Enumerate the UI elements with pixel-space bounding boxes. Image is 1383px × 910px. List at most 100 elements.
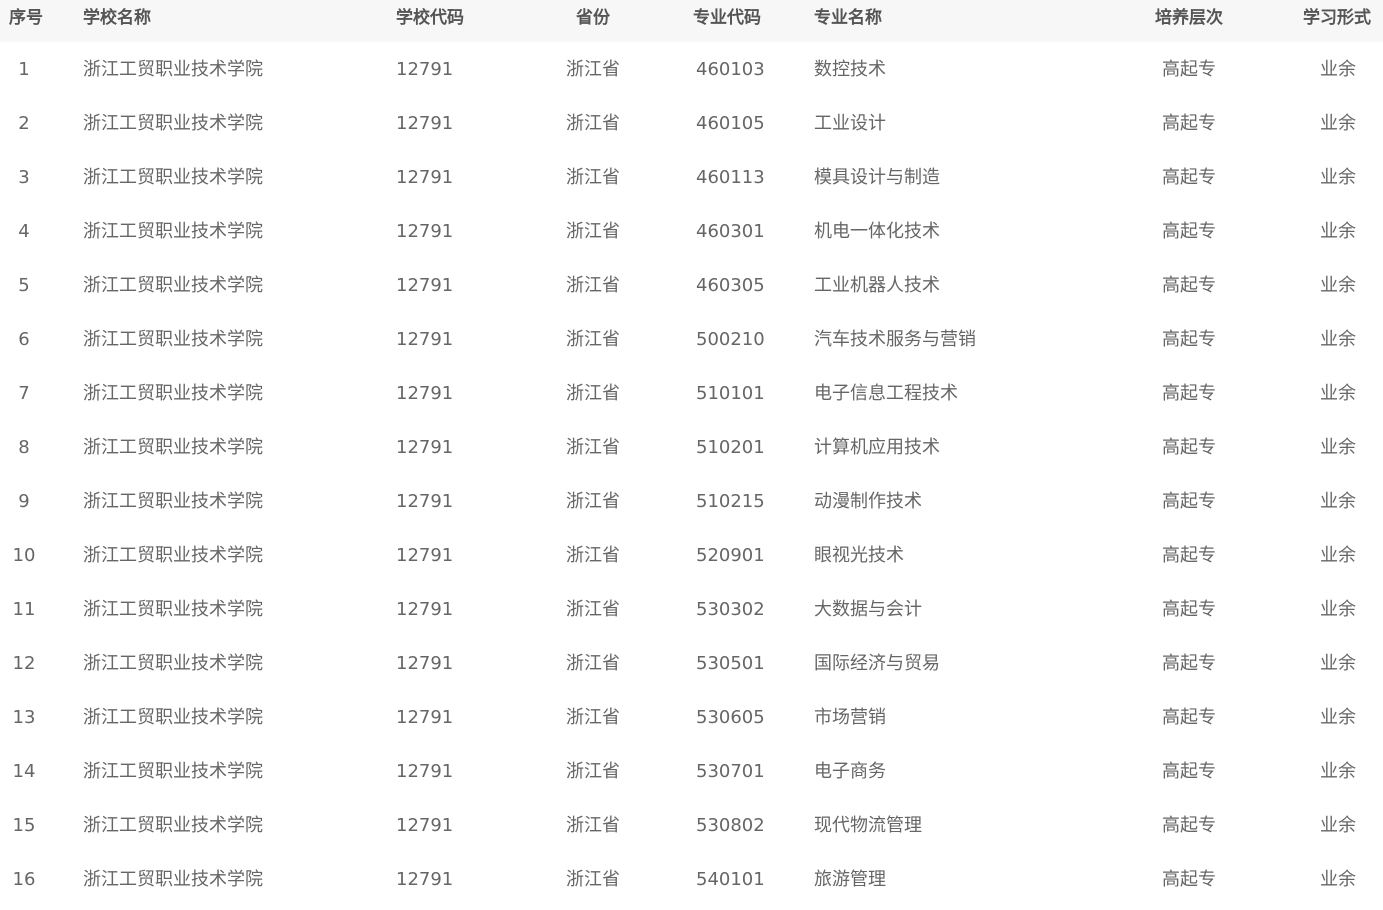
header-school-name: 学校名称 [83, 8, 151, 28]
cell-level: 高起专 [1162, 653, 1216, 674]
cell-school-code: 12791 [396, 275, 454, 296]
cell-school-code: 12791 [396, 167, 454, 188]
cell-index: 15 [12, 815, 36, 836]
cell-index: 11 [12, 599, 36, 620]
table-row: 14 浙江工贸职业技术学院 12791 浙江省 530701 电子商务 高起专 业余 [0, 745, 1383, 799]
cell-school-code: 12791 [396, 59, 454, 80]
cell-level: 高起专 [1162, 59, 1216, 80]
cell-level: 高起专 [1162, 167, 1216, 188]
cell-major-code: 460305 [696, 275, 765, 296]
header-major-code: 专业代码 [693, 8, 761, 28]
cell-index: 13 [12, 707, 36, 728]
cell-index: 14 [12, 761, 36, 782]
cell-study-form: 业余 [1320, 491, 1356, 512]
cell-major-name: 机电一体化技术 [814, 221, 940, 242]
cell-level: 高起专 [1162, 437, 1216, 458]
cell-school-name: 浙江工贸职业技术学院 [83, 761, 263, 782]
cell-study-form: 业余 [1320, 383, 1356, 404]
cell-index: 10 [12, 545, 36, 566]
cell-study-form: 业余 [1320, 815, 1356, 836]
cell-major-name: 现代物流管理 [814, 815, 922, 836]
cell-study-form: 业余 [1320, 59, 1356, 80]
cell-province: 浙江省 [566, 545, 620, 566]
header-province: 省份 [576, 8, 610, 28]
cell-school-name: 浙江工贸职业技术学院 [83, 491, 263, 512]
cell-index: 7 [18, 383, 30, 404]
cell-province: 浙江省 [566, 329, 620, 350]
cell-school-code: 12791 [396, 761, 454, 782]
cell-index: 4 [18, 221, 30, 242]
cell-province: 浙江省 [566, 59, 620, 80]
cell-school-name: 浙江工贸职业技术学院 [83, 383, 263, 404]
cell-index: 5 [18, 275, 30, 296]
cell-study-form: 业余 [1320, 221, 1356, 242]
cell-school-code: 12791 [396, 707, 454, 728]
header-index: 序号 [9, 8, 43, 28]
cell-province: 浙江省 [566, 491, 620, 512]
table-header: 序号 学校名称 学校代码 省份 专业代码 专业名称 培养层次 学习形式 [0, 0, 1383, 42]
cell-major-code: 530605 [696, 707, 765, 728]
cell-major-name: 国际经济与贸易 [814, 653, 940, 674]
cell-school-code: 12791 [396, 545, 454, 566]
cell-index: 12 [12, 653, 36, 674]
cell-school-name: 浙江工贸职业技术学院 [83, 545, 263, 566]
cell-school-name: 浙江工贸职业技术学院 [83, 653, 263, 674]
cell-province: 浙江省 [566, 869, 620, 890]
cell-province: 浙江省 [566, 653, 620, 674]
cell-study-form: 业余 [1320, 275, 1356, 296]
cell-study-form: 业余 [1320, 113, 1356, 134]
cell-school-name: 浙江工贸职业技术学院 [83, 707, 263, 728]
cell-major-code: 460105 [696, 113, 765, 134]
cell-school-name: 浙江工贸职业技术学院 [83, 437, 263, 458]
cell-province: 浙江省 [566, 599, 620, 620]
cell-major-name: 市场营销 [814, 707, 886, 728]
header-study-form: 学习形式 [1303, 8, 1371, 28]
cell-school-code: 12791 [396, 869, 454, 890]
cell-school-code: 12791 [396, 221, 454, 242]
cell-study-form: 业余 [1320, 545, 1356, 566]
cell-school-name: 浙江工贸职业技术学院 [83, 869, 263, 890]
cell-major-code: 460103 [696, 59, 765, 80]
cell-school-name: 浙江工贸职业技术学院 [83, 599, 263, 620]
cell-study-form: 业余 [1320, 167, 1356, 188]
cell-index: 3 [18, 167, 30, 188]
cell-study-form: 业余 [1320, 869, 1356, 890]
header-school-code: 学校代码 [396, 8, 464, 28]
cell-major-code: 510201 [696, 437, 765, 458]
table-row: 2 浙江工贸职业技术学院 12791 浙江省 460105 工业设计 高起专 业余 [0, 97, 1383, 151]
header-level: 培养层次 [1155, 8, 1223, 28]
cell-school-name: 浙江工贸职业技术学院 [83, 59, 263, 80]
table-row: 7 浙江工贸职业技术学院 12791 浙江省 510101 电子信息工程技术 高起专 业余 [0, 367, 1383, 421]
cell-level: 高起专 [1162, 869, 1216, 890]
cell-province: 浙江省 [566, 815, 620, 836]
cell-study-form: 业余 [1320, 329, 1356, 350]
cell-province: 浙江省 [566, 383, 620, 404]
cell-major-code: 530701 [696, 761, 765, 782]
cell-school-code: 12791 [396, 491, 454, 512]
cell-major-code: 530302 [696, 599, 765, 620]
majors-table: 序号 学校名称 学校代码 省份 专业代码 专业名称 培养层次 学习形式 1 浙江工… [0, 0, 1383, 910]
cell-major-code: 460301 [696, 221, 765, 242]
cell-major-name: 电子信息工程技术 [814, 383, 958, 404]
cell-school-name: 浙江工贸职业技术学院 [83, 275, 263, 296]
table-row: 5 浙江工贸职业技术学院 12791 浙江省 460305 工业机器人技术 高起专 业余 [0, 259, 1383, 313]
table-row: 1 浙江工贸职业技术学院 12791 浙江省 460103 数控技术 高起专 业余 [0, 43, 1383, 97]
cell-major-code: 520901 [696, 545, 765, 566]
cell-level: 高起专 [1162, 113, 1216, 134]
cell-level: 高起专 [1162, 815, 1216, 836]
table-row: 11 浙江工贸职业技术学院 12791 浙江省 530302 大数据与会计 高起专 业余 [0, 583, 1383, 637]
cell-major-name: 工业机器人技术 [814, 275, 940, 296]
cell-major-code: 510215 [696, 491, 765, 512]
table-row: 16 浙江工贸职业技术学院 12791 浙江省 540101 旅游管理 高起专 业余 [0, 853, 1383, 907]
cell-major-name: 模具设计与制造 [814, 167, 940, 188]
cell-province: 浙江省 [566, 707, 620, 728]
cell-school-code: 12791 [396, 599, 454, 620]
cell-level: 高起专 [1162, 383, 1216, 404]
cell-study-form: 业余 [1320, 761, 1356, 782]
table-row: 10 浙江工贸职业技术学院 12791 浙江省 520901 眼视光技术 高起专 业余 [0, 529, 1383, 583]
cell-index: 16 [12, 869, 36, 890]
cell-level: 高起专 [1162, 329, 1216, 350]
cell-province: 浙江省 [566, 761, 620, 782]
table-row: 4 浙江工贸职业技术学院 12791 浙江省 460301 机电一体化技术 高起专 业余 [0, 205, 1383, 259]
cell-province: 浙江省 [566, 275, 620, 296]
